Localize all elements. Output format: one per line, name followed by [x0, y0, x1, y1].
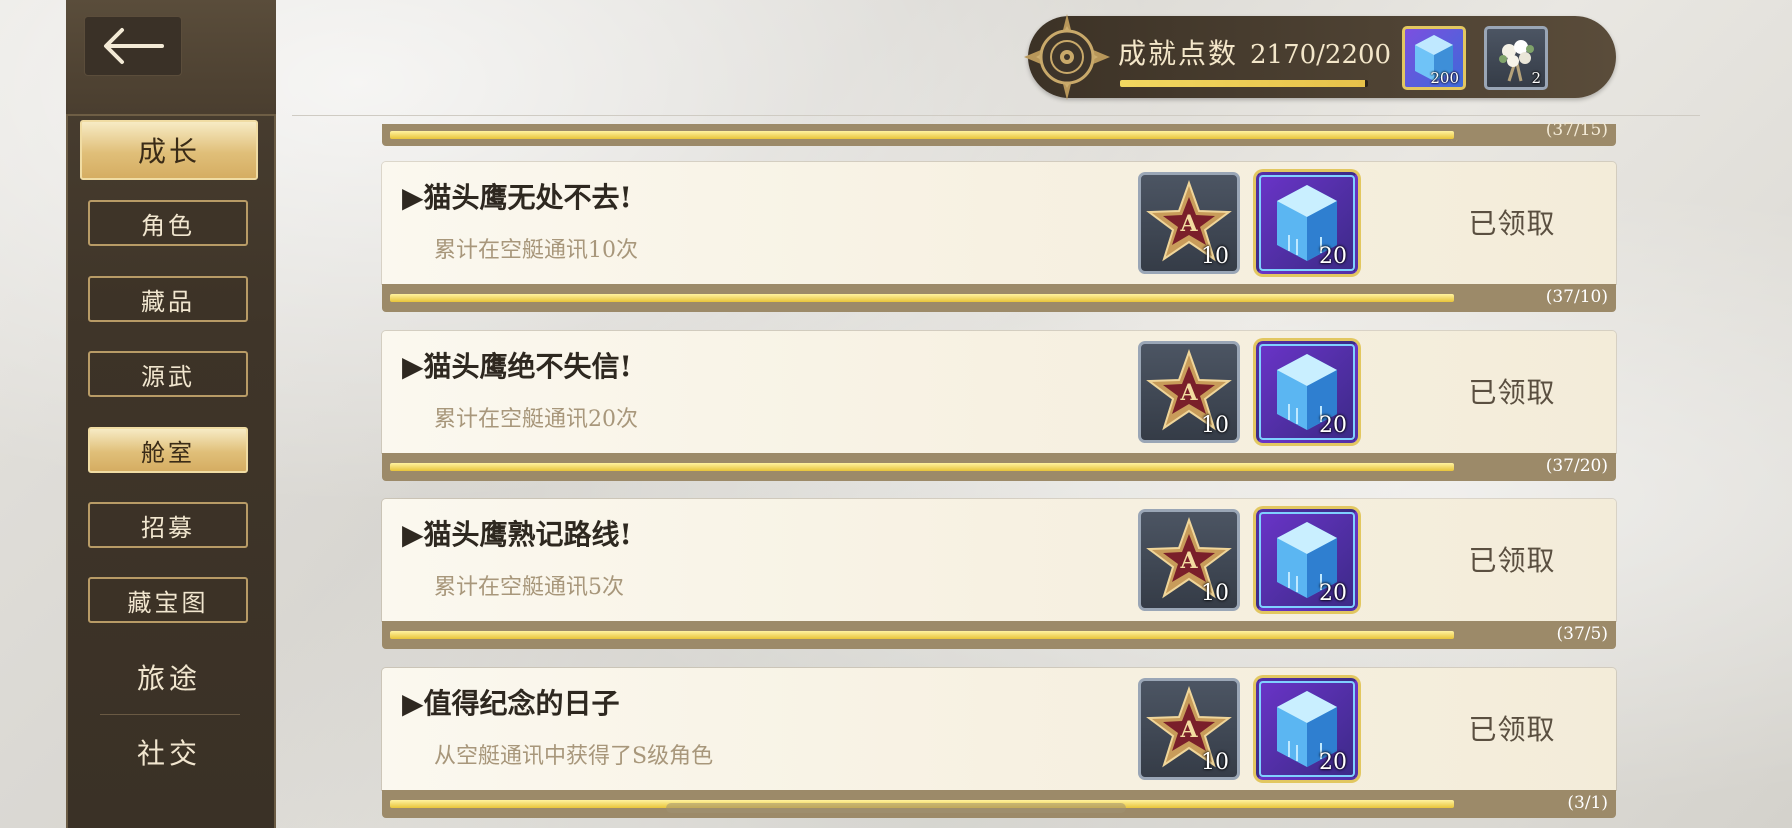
achievement-card[interactable]: ▶猫头鹰绝不失信! 累计在空艇通讯20次 A 10 20 已领取 (37/20) — [382, 331, 1616, 481]
achievement-progress-count: (37/10) — [1545, 287, 1608, 307]
reward-badge-item[interactable]: A 10 — [1138, 678, 1240, 780]
achievement-points-value: 2170/2200 — [1250, 40, 1392, 70]
achievement-card[interactable]: ▶猫头鹰无处不去! 累计在空艇通讯10次 A 10 20 已领取 (37/10) — [382, 162, 1616, 312]
scrollbar-thumb[interactable] — [666, 803, 1126, 813]
claimed-status: 已领取 — [1468, 544, 1556, 577]
reward-crystal-item[interactable]: 20 — [1256, 172, 1358, 274]
claimed-status: 已领取 — [1468, 376, 1556, 409]
reward-crystal-item[interactable]: 20 — [1256, 678, 1358, 780]
reward-crystal-qty: 20 — [1319, 581, 1347, 606]
svg-text:A: A — [1179, 380, 1198, 406]
achievement-card-body: ▶猫头鹰熟记路线! 累计在空艇通讯5次 A 10 20 已领取 — [382, 499, 1616, 621]
sidebar-item-label: 招募 — [141, 513, 195, 542]
achievement-points-bar-fill — [1120, 80, 1365, 87]
sidebar-item-characters[interactable]: 角色 — [88, 200, 248, 246]
back-arrow-icon — [104, 28, 164, 64]
partial-card-progress-fill — [390, 131, 1454, 139]
sidebar-item-recruit[interactable]: 招募 — [88, 502, 248, 548]
achievement-description: 累计在空艇通讯20次 — [434, 407, 638, 432]
reward-crystal-item[interactable]: 20 — [1256, 341, 1358, 443]
achievement-card[interactable]: ▶值得纪念的日子 从空艇通讯中获得了S级角色 A 10 20 已领取 (3/1) — [382, 668, 1616, 818]
achievement-title: ▶猫头鹰熟记路线! — [402, 518, 632, 551]
reward-badge-item[interactable]: A 10 — [1138, 509, 1240, 611]
reward-crystal-qty: 20 — [1319, 413, 1347, 438]
achievement-card-footer: (37/5) — [382, 621, 1616, 649]
svg-text:A: A — [1179, 211, 1198, 237]
sidebar-item-label: 舱室 — [141, 438, 195, 467]
header-crystal-item[interactable]: 200 — [1402, 26, 1466, 90]
sidebar-divider — [100, 714, 240, 715]
achievement-progress-fill — [390, 463, 1454, 471]
reward-badge-qty: 10 — [1201, 413, 1229, 438]
svg-text:A: A — [1179, 717, 1198, 743]
reward-badge-item[interactable]: A 10 — [1138, 341, 1240, 443]
achievement-progress-bar — [390, 631, 1454, 639]
achievement-description: 累计在空艇通讯10次 — [434, 238, 638, 263]
reward-badge-qty: 10 — [1201, 581, 1229, 606]
achievement-card-body: ▶值得纪念的日子 从空艇通讯中获得了S级角色 A 10 20 已领取 — [382, 668, 1616, 790]
reward-badge-item[interactable]: A 10 — [1138, 172, 1240, 274]
achievement-description: 累计在空艇通讯5次 — [434, 575, 624, 600]
sidebar-item-treasure-map[interactable]: 藏宝图 — [88, 577, 248, 623]
achievement-progress-fill — [390, 631, 1454, 639]
header-divider — [292, 115, 1700, 116]
achievement-progress-bar — [390, 463, 1454, 471]
achievement-card-body: ▶猫头鹰无处不去! 累计在空艇通讯10次 A 10 20 已领取 — [382, 162, 1616, 284]
achievement-title: ▶猫头鹰绝不失信! — [402, 350, 632, 383]
achievement-title: ▶值得纪念的日子 — [402, 687, 620, 720]
header-bouquet-item[interactable]: 2 — [1484, 26, 1548, 90]
achievement-progress-count: (37/20) — [1545, 456, 1608, 476]
reward-crystal-item[interactable]: 20 — [1256, 509, 1358, 611]
achievement-progress-count: (37/5) — [1556, 624, 1608, 644]
achievement-points-bar — [1120, 80, 1368, 87]
sidebar-item-source-weapons[interactable]: 源武 — [88, 351, 248, 397]
sidebar-item-journey[interactable]: 旅途 — [80, 649, 258, 705]
claimed-status: 已领取 — [1468, 713, 1556, 746]
svg-text:A: A — [1179, 548, 1198, 574]
header-bouquet-qty: 2 — [1531, 69, 1541, 87]
sidebar-item-cabin[interactable]: 舱室 — [88, 427, 248, 473]
partial-card-footer: (37/15) — [382, 120, 1616, 146]
achievement-card-body: ▶猫头鹰绝不失信! 累计在空艇通讯20次 A 10 20 已领取 — [382, 331, 1616, 453]
sidebar-item-social[interactable]: 社交 — [80, 724, 258, 780]
achievement-card-footer: (37/10) — [382, 284, 1616, 312]
sidebar: 成长 角色 藏品 源武 舱室 招募 藏宝图 旅途 社交 — [66, 0, 276, 828]
achievement-progress-bar — [390, 294, 1454, 302]
achievement-progress-fill — [390, 294, 1454, 302]
claimed-status: 已领取 — [1468, 207, 1556, 240]
reward-badge-qty: 10 — [1201, 244, 1229, 269]
reward-badge-qty: 10 — [1201, 750, 1229, 775]
reward-crystal-qty: 20 — [1319, 750, 1347, 775]
sidebar-item-label: 旅途 — [136, 662, 201, 695]
achievement-card-footer: (37/20) — [382, 453, 1616, 481]
achievement-title: ▶猫头鹰无处不去! — [402, 181, 632, 214]
sidebar-item-label: 藏品 — [141, 287, 195, 316]
compass-emblem-icon — [1024, 14, 1110, 100]
partial-card-progress-bar — [390, 131, 1454, 139]
sidebar-item-label: 成长 — [137, 135, 200, 168]
achievement-points-panel: 成就点数 2170/2200 200 2 — [1024, 14, 1616, 100]
sidebar-header — [66, 0, 276, 116]
achievement-description: 从空艇通讯中获得了S级角色 — [434, 744, 714, 769]
sidebar-item-label: 社交 — [136, 737, 201, 770]
sidebar-item-label: 藏宝图 — [127, 588, 209, 617]
achievement-card[interactable]: ▶猫头鹰熟记路线! 累计在空艇通讯5次 A 10 20 已领取 (37/5) — [382, 499, 1616, 649]
back-button[interactable] — [84, 16, 182, 76]
sidebar-item-collectibles[interactable]: 藏品 — [88, 276, 248, 322]
achievement-progress-count: (3/1) — [1567, 793, 1608, 813]
reward-crystal-qty: 20 — [1319, 244, 1347, 269]
sidebar-item-growth[interactable]: 成长 — [80, 120, 258, 180]
partial-card-count: (37/15) — [1545, 120, 1608, 140]
achievement-points-label: 成就点数 — [1118, 37, 1239, 70]
header-crystal-qty: 200 — [1430, 69, 1459, 87]
sidebar-item-label: 源武 — [141, 362, 195, 391]
sidebar-item-label: 角色 — [141, 211, 195, 240]
